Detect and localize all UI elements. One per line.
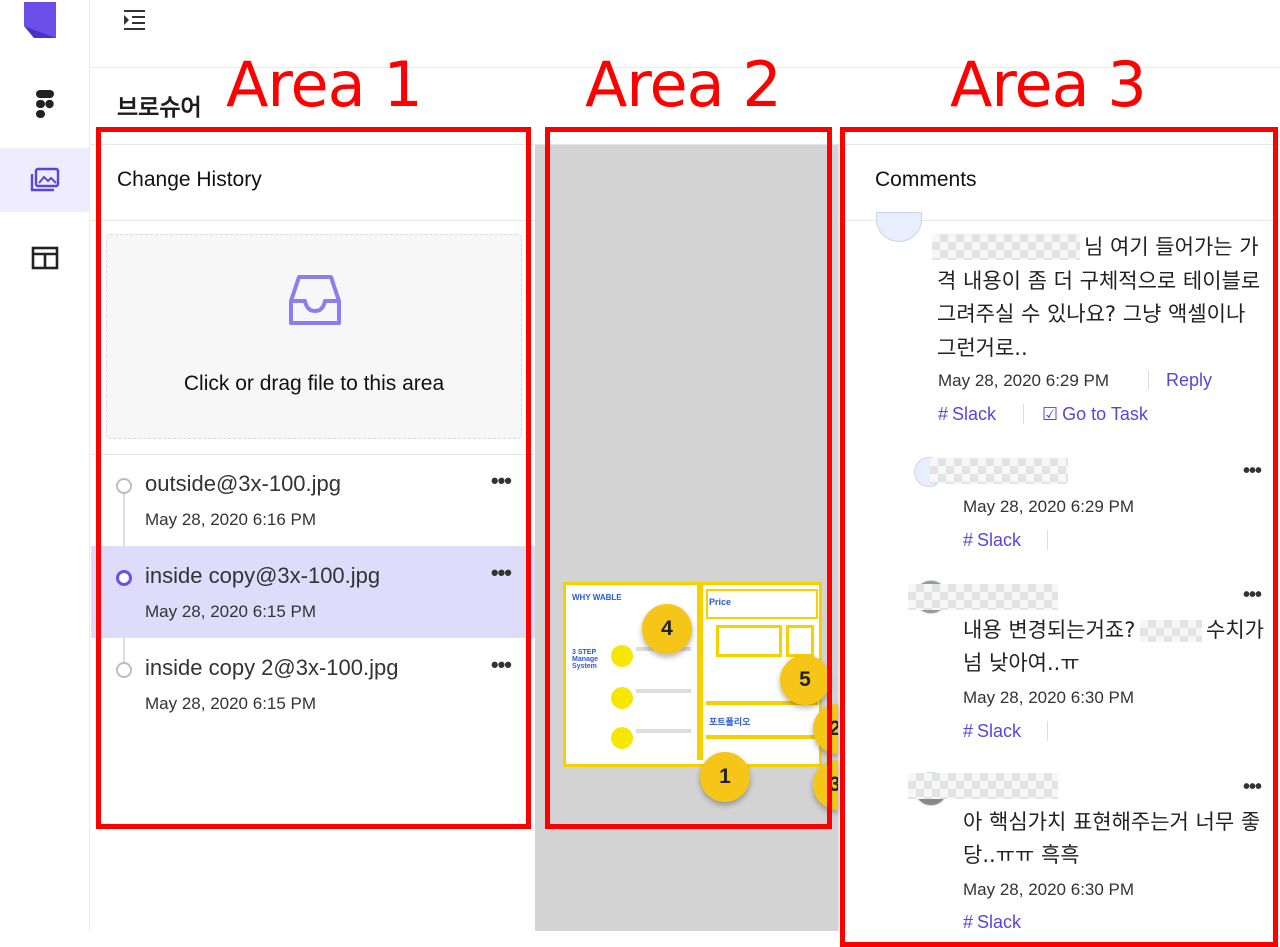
- divider: [838, 144, 839, 931]
- sidebar-item-layout[interactable]: [0, 226, 89, 290]
- area-1-box: [96, 127, 531, 829]
- app-logo-icon[interactable]: [24, 2, 56, 38]
- indent-menu-icon[interactable]: [121, 6, 149, 34]
- gallery-icon: [30, 167, 59, 192]
- page-title: 브로슈어: [117, 95, 202, 121]
- area-3-box: [840, 127, 1278, 947]
- figma-icon: [35, 90, 54, 118]
- area-3-label: Area 3: [950, 48, 1147, 121]
- layout-icon: [31, 246, 58, 270]
- area-2-label: Area 2: [585, 48, 782, 121]
- sidebar-item-gallery[interactable]: [0, 148, 89, 212]
- sidebar-rail: [0, 0, 90, 931]
- area-2-box: [545, 127, 832, 829]
- sidebar-item-figma[interactable]: [0, 72, 89, 136]
- area-1-label: Area 1: [226, 48, 423, 121]
